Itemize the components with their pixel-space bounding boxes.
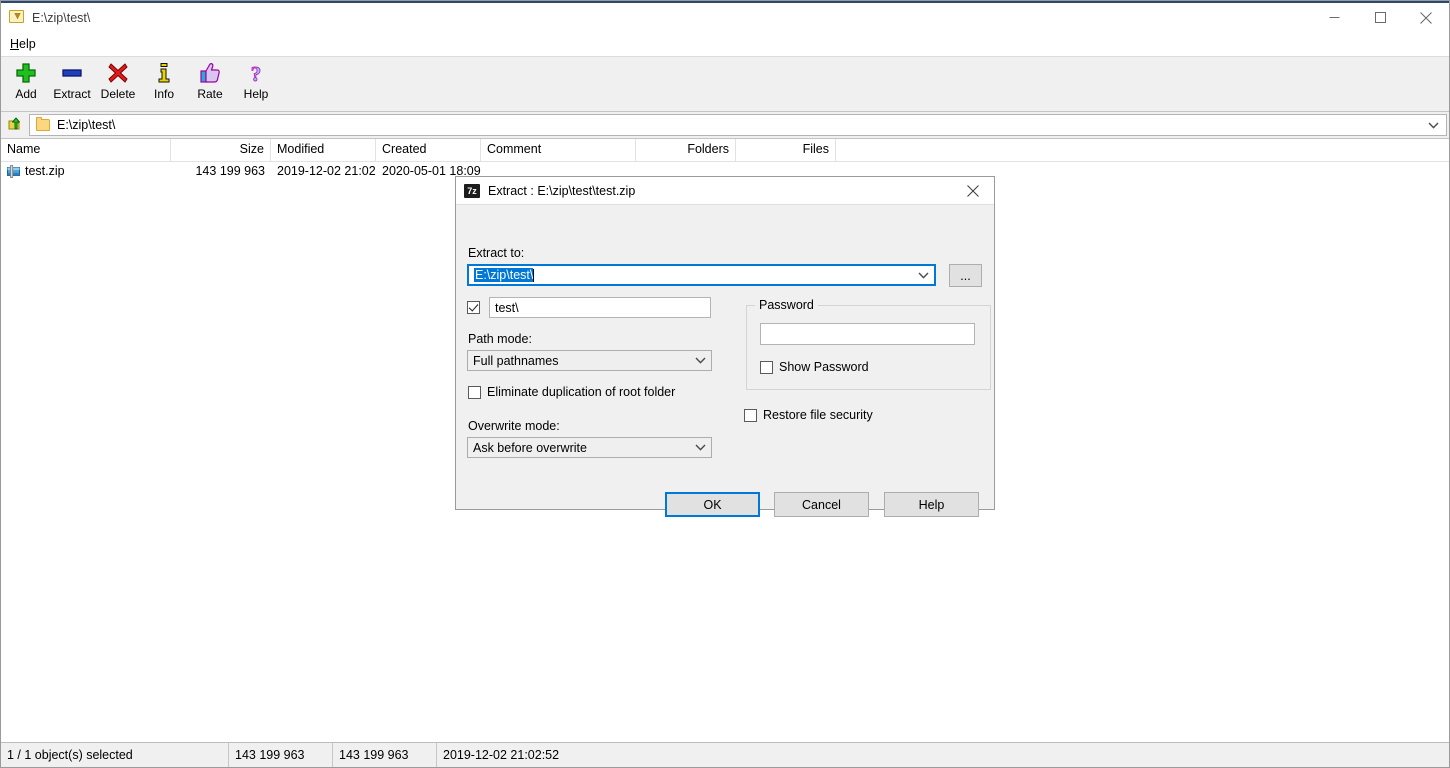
sevenzip-icon: 7z — [464, 183, 480, 198]
file-list-header: Name Size Modified Created Comment Folde… — [1, 139, 1449, 162]
column-header-comment[interactable]: Comment — [481, 139, 636, 161]
status-size-selected: 143 199 963 — [333, 743, 437, 767]
password-group-label: Password — [755, 298, 818, 312]
text-caret — [533, 268, 535, 282]
overwrite-mode-value: Ask before overwrite — [473, 440, 587, 455]
dialog-body: Extract to: E:\zip\test\ ... test\ Path … — [456, 204, 994, 517]
toolbar: Add Extract Delete Info Rate ? Help — [1, 57, 1449, 112]
password-group: Password Show Password — [746, 298, 991, 390]
path-text: E:\zip\test\ — [57, 118, 116, 132]
address-bar: E:\zip\test\ — [1, 112, 1449, 139]
menu-accel-letter: H — [10, 37, 20, 51]
window-controls — [1311, 3, 1449, 32]
cell-modified: 2019-12-02 21:02 — [277, 164, 376, 178]
question-mark-icon: ? — [243, 61, 269, 85]
eliminate-duplication-label: Eliminate duplication of root folder — [487, 385, 676, 399]
window-title-bar: E:\zip\test\ — [1, 3, 1449, 32]
subfolder-name-value: test\ — [495, 300, 519, 315]
info-icon — [151, 61, 177, 85]
browse-button[interactable]: ... — [949, 264, 982, 287]
subfolder-name-input[interactable]: test\ — [489, 297, 711, 318]
column-header-size[interactable]: Size — [171, 139, 271, 161]
path-mode-value: Full pathnames — [473, 353, 559, 368]
checkbox-box-icon — [744, 408, 757, 422]
show-password-label: Show Password — [779, 360, 869, 374]
toolbar-label-rate: Rate — [197, 87, 223, 101]
ok-button[interactable]: OK — [665, 492, 760, 517]
eliminate-duplication-checkbox[interactable]: Eliminate duplication of root folder — [468, 385, 675, 399]
column-header-folders[interactable]: Folders — [636, 139, 736, 161]
cancel-button[interactable]: Cancel — [774, 492, 869, 517]
subfolder-checkbox[interactable] — [467, 301, 486, 314]
overwrite-mode-label: Overwrite mode: — [468, 419, 560, 433]
cell-name-text: test.zip — [25, 164, 65, 178]
plus-icon — [13, 61, 39, 85]
checkbox-box-icon — [468, 385, 481, 399]
restore-file-security-checkbox[interactable]: Restore file security — [744, 408, 873, 422]
checkbox-box-icon — [467, 301, 480, 314]
up-folder-icon[interactable] — [1, 113, 29, 137]
extract-to-combo[interactable]: E:\zip\test\ — [467, 264, 936, 286]
toolbar-label-extract: Extract — [53, 87, 91, 101]
status-timestamp: 2019-12-02 21:02:52 — [443, 748, 560, 762]
chevron-down-icon[interactable] — [1424, 115, 1442, 135]
toolbar-button-delete[interactable]: Delete — [95, 57, 141, 109]
minimize-icon[interactable] — [1311, 3, 1357, 32]
column-header-files[interactable]: Files — [736, 139, 836, 161]
maximize-icon[interactable] — [1357, 3, 1403, 32]
extract-icon — [59, 61, 85, 85]
toolbar-label-help: Help — [243, 87, 269, 101]
status-size-total: 143 199 963 — [229, 743, 333, 767]
menu-bar: Help — [1, 32, 1449, 57]
toolbar-button-help[interactable]: ? Help — [233, 57, 279, 109]
dialog-close-icon[interactable] — [952, 177, 994, 204]
toolbar-button-extract[interactable]: Extract — [49, 57, 95, 109]
archive-window-icon — [9, 9, 25, 26]
chevron-down-icon[interactable] — [695, 438, 706, 457]
zip-file-icon — [7, 164, 20, 178]
menu-item-help[interactable]: Help — [1, 34, 44, 54]
toolbar-label-info: Info — [153, 87, 174, 101]
cell-size: 143 199 963 — [195, 164, 265, 178]
close-icon[interactable] — [1403, 3, 1449, 32]
window-title: E:\zip\test\ — [32, 10, 91, 25]
show-password-checkbox[interactable]: Show Password — [760, 360, 869, 374]
toolbar-button-add[interactable]: Add — [3, 57, 49, 109]
path-combo[interactable]: E:\zip\test\ — [29, 114, 1447, 136]
column-header-modified[interactable]: Modified — [271, 139, 376, 161]
svg-text:?: ? — [251, 62, 262, 84]
dialog-title-bar: 7z Extract : E:\zip\test\test.zip — [456, 177, 994, 204]
path-mode-label: Path mode: — [468, 332, 532, 346]
restore-file-security-label: Restore file security — [763, 408, 873, 422]
cell-name: test.zip — [1, 164, 171, 178]
extract-to-label: Extract to: — [468, 246, 525, 260]
chevron-down-icon[interactable] — [695, 351, 706, 370]
status-bar: 1 / 1 object(s) selected 143 199 963 143… — [1, 742, 1449, 767]
toolbar-button-info[interactable]: Info — [141, 57, 187, 109]
toolbar-label-add: Add — [15, 87, 37, 101]
extract-dialog: 7z Extract : E:\zip\test\test.zip Extrac… — [455, 176, 995, 517]
menu-item-help-rest: elp — [19, 37, 36, 51]
overwrite-mode-combo[interactable]: Ask before overwrite — [467, 437, 712, 458]
toolbar-button-rate[interactable]: Rate — [187, 57, 233, 109]
status-selection: 1 / 1 object(s) selected — [1, 743, 229, 767]
password-input[interactable] — [760, 323, 975, 345]
toolbar-label-delete: Delete — [100, 87, 136, 101]
folder-icon — [36, 117, 50, 131]
path-mode-combo[interactable]: Full pathnames — [467, 350, 712, 371]
checkbox-box-icon — [760, 360, 773, 374]
cross-icon — [105, 61, 131, 85]
column-header-name[interactable]: Name — [1, 139, 171, 161]
column-header-created[interactable]: Created — [376, 139, 481, 161]
help-button[interactable]: Help — [884, 492, 979, 517]
chevron-down-icon[interactable] — [918, 266, 929, 284]
thumbs-up-icon — [197, 61, 223, 85]
dialog-title: Extract : E:\zip\test\test.zip — [488, 183, 636, 198]
extract-to-value: E:\zip\test\ — [474, 268, 534, 282]
